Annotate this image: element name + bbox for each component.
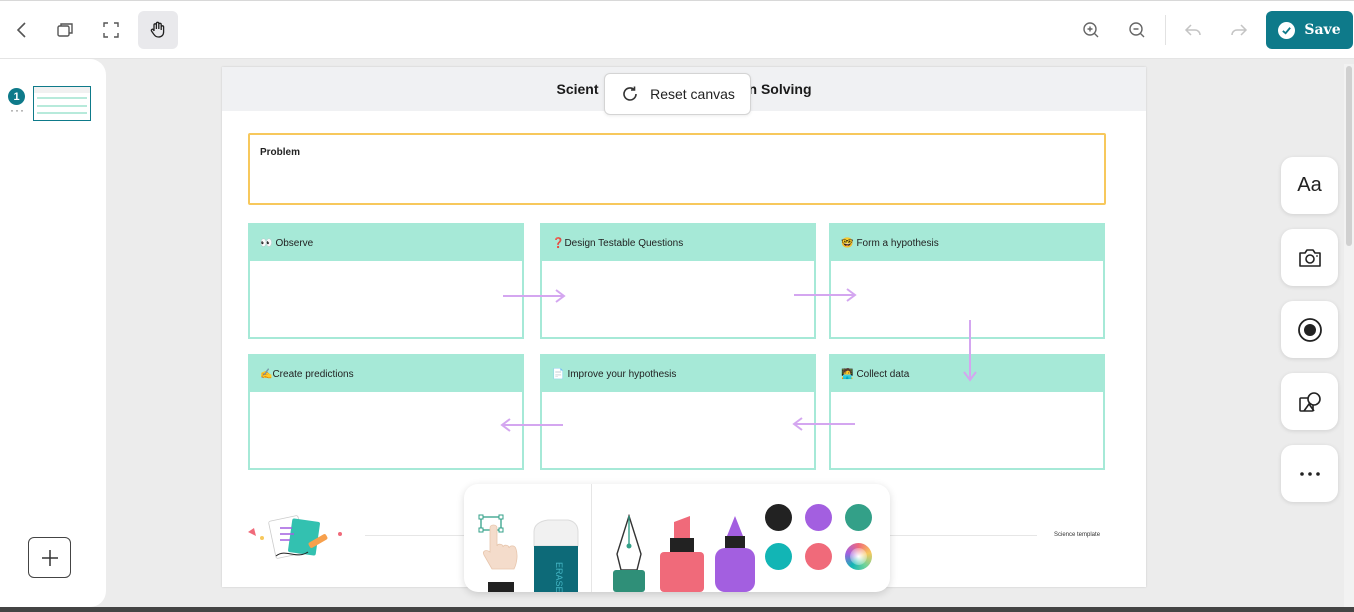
- arrow-left-icon: [500, 418, 563, 432]
- pages-icon: [57, 23, 73, 37]
- arrow-down-icon: [963, 320, 977, 382]
- title-right: n Solving: [748, 81, 812, 97]
- color-picker-glow: [850, 548, 867, 565]
- undo-icon: [1184, 24, 1201, 36]
- eyes-icon: 👀: [260, 237, 273, 249]
- color-swatch-teal[interactable]: [765, 543, 792, 570]
- problem-box[interactable]: Problem: [248, 133, 1106, 205]
- text-icon: Aa: [1297, 174, 1322, 196]
- hand-tool-icon: [150, 21, 165, 38]
- fullscreen-button[interactable]: [91, 11, 131, 49]
- step-label: Design Testable Questions: [564, 237, 684, 249]
- color-swatch-green[interactable]: [845, 504, 872, 531]
- back-icon: [16, 22, 26, 38]
- zoom-in-icon: [1083, 22, 1099, 38]
- drawing-tray: ERASER: [464, 484, 890, 592]
- step-header: 👀 Observe: [250, 225, 522, 261]
- undo-button[interactable]: [1173, 11, 1213, 49]
- pages-button[interactable]: [45, 11, 85, 49]
- step-predictions[interactable]: ✍️ Create predictions: [248, 354, 524, 470]
- title-left: Scient: [556, 81, 599, 97]
- eraser-tool[interactable]: ERASER: [532, 518, 580, 592]
- text-tool-button[interactable]: Aa: [1281, 157, 1338, 214]
- refresh-icon: [623, 86, 637, 101]
- step-label: Observe: [275, 237, 314, 249]
- marker-tool[interactable]: [660, 514, 704, 592]
- step-observe[interactable]: 👀 Observe: [248, 223, 524, 339]
- record-icon: [1297, 317, 1322, 342]
- save-button[interactable]: Save: [1266, 11, 1353, 49]
- zoom-out-button[interactable]: [1117, 11, 1157, 49]
- writing-hand-icon: ✍️: [260, 368, 273, 380]
- step-design-questions[interactable]: ❓ Design Testable Questions: [540, 223, 816, 339]
- check-icon: [1278, 21, 1296, 39]
- science-illustration: [248, 515, 342, 559]
- more-tools-button[interactable]: [1281, 445, 1338, 502]
- technologist-icon: 🧑‍💻: [841, 368, 854, 380]
- select-hand-tool[interactable]: [478, 514, 524, 592]
- zoom-out-icon: [1129, 22, 1145, 38]
- more-icon: [1299, 471, 1320, 476]
- arrow-right-icon: [794, 288, 857, 302]
- thumbnail-row: [37, 112, 87, 114]
- color-swatch-purple[interactable]: [805, 504, 832, 531]
- back-button[interactable]: [2, 11, 42, 49]
- page-thumbnail[interactable]: [33, 86, 91, 121]
- thumbnail-row: [37, 97, 87, 99]
- save-label: Save: [1304, 22, 1341, 38]
- footer-text: Science template: [1054, 532, 1101, 538]
- taskbar-strip: [0, 607, 1354, 612]
- thumbnail-row: [37, 105, 87, 107]
- step-label: Improve your hypothesis: [567, 368, 677, 380]
- page-options-menu[interactable]: ···: [10, 103, 25, 117]
- shapes-button[interactable]: [1281, 373, 1338, 430]
- toolbar-divider: [1165, 15, 1166, 45]
- reset-canvas-button[interactable]: Reset canvas: [604, 73, 751, 115]
- top-toolbar: Save: [0, 0, 1354, 59]
- nerd-face-icon: 🤓: [841, 237, 854, 249]
- eraser-text: ERASER: [554, 562, 564, 592]
- reset-canvas-label: Reset canvas: [650, 86, 735, 102]
- tray-divider: [591, 484, 592, 592]
- arrow-left-icon: [792, 417, 855, 431]
- shapes-icon: [1298, 391, 1321, 412]
- highlighter-tool[interactable]: [713, 514, 757, 592]
- redo-button[interactable]: [1219, 11, 1259, 49]
- step-header: ✍️ Create predictions: [250, 356, 522, 392]
- step-label: Create predictions: [272, 368, 354, 380]
- zoom-in-button[interactable]: [1071, 11, 1111, 49]
- step-label: Form a hypothesis: [856, 237, 939, 249]
- thumbnail-header: [34, 87, 90, 93]
- hand-tool-button[interactable]: [138, 11, 178, 49]
- camera-icon: [1298, 248, 1321, 267]
- pen-tool[interactable]: [607, 514, 651, 592]
- step-improve-hypothesis[interactable]: 📄 Improve your hypothesis: [540, 354, 816, 470]
- color-picker-rainbow[interactable]: [845, 543, 872, 570]
- page-panel: 1 ···: [0, 59, 106, 607]
- color-swatch-pink[interactable]: [805, 543, 832, 570]
- step-header: ❓ Design Testable Questions: [542, 225, 814, 261]
- record-button[interactable]: [1281, 301, 1338, 358]
- fullscreen-icon: [103, 22, 119, 38]
- color-swatch-black[interactable]: [765, 504, 792, 531]
- arrow-right-icon: [503, 289, 566, 303]
- step-header: 📄 Improve your hypothesis: [542, 356, 814, 392]
- question-icon: ❓: [552, 237, 565, 249]
- camera-button[interactable]: [1281, 229, 1338, 286]
- add-page-button[interactable]: [28, 537, 71, 578]
- plus-icon: [41, 549, 58, 566]
- scrollbar-thumb[interactable]: [1346, 66, 1352, 246]
- redo-icon: [1231, 24, 1248, 36]
- step-label: Collect data: [856, 368, 910, 380]
- document-icon: 📄: [552, 368, 565, 380]
- step-header: 🤓 Form a hypothesis: [831, 225, 1103, 261]
- problem-label: Problem: [260, 147, 301, 158]
